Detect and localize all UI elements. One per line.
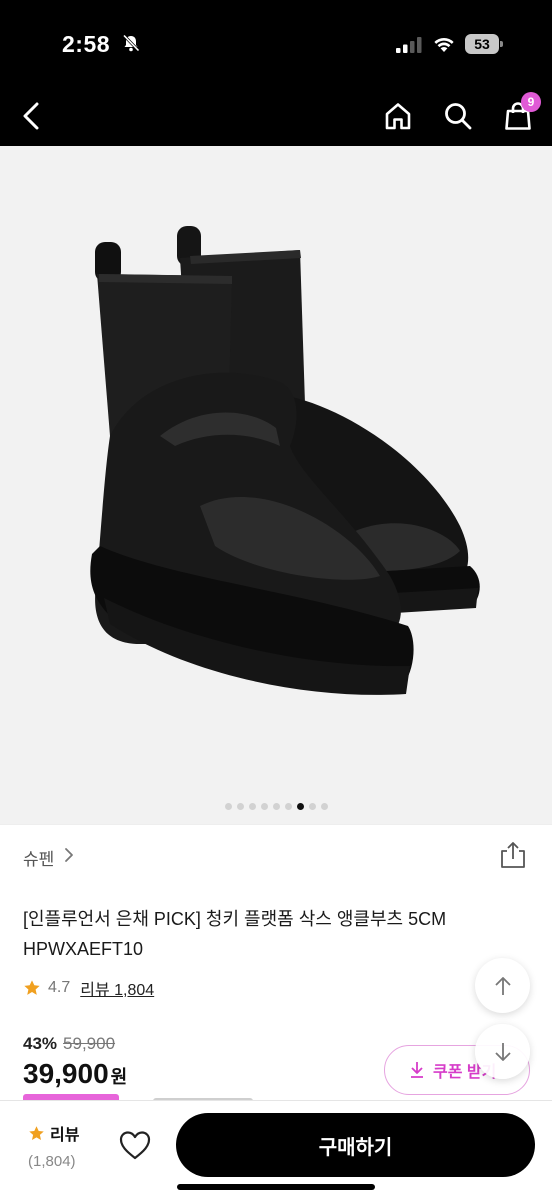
brand-row[interactable]: 슈펜	[0, 824, 552, 884]
scroll-to-top-button[interactable]	[475, 958, 530, 1013]
arrow-down-icon	[494, 1042, 511, 1061]
product-title: [인플루언서 은채 PICK] 청키 플랫폼 삭스 앵클부츠 5CM HPWXA…	[23, 904, 523, 964]
home-icon	[385, 103, 411, 130]
bottom-review-label: 리뷰	[50, 1127, 80, 1144]
review-link[interactable]: 리뷰 1,804	[80, 976, 154, 1000]
gallery-dot[interactable]	[320, 802, 328, 810]
product-title-line1: [인플루언서 은채 PICK] 청키 플랫폼 삭스 앵클부츠 5CM	[23, 909, 447, 929]
wifi-icon	[434, 37, 454, 52]
product-title-line2: HPWXAEFT10	[23, 939, 144, 959]
brand-name[interactable]: 슈펜	[23, 845, 54, 870]
bottom-purchase-bar: 리뷰 (1,804) 구매하기	[0, 1100, 552, 1200]
rating-value: 4.7	[48, 979, 71, 996]
star-icon	[29, 1125, 44, 1140]
price-row: 39,900 원	[23, 1058, 127, 1090]
gallery-dot[interactable]	[308, 802, 316, 810]
bell-off-icon	[122, 34, 140, 52]
sale-price: 39,900	[23, 1058, 109, 1089]
search-icon	[445, 103, 472, 130]
discount-percent: 43%	[23, 1034, 58, 1053]
battery-level: 53	[465, 34, 499, 54]
signal-icon	[396, 37, 422, 53]
status-time: 2:58	[62, 31, 111, 57]
gallery-dot[interactable]	[224, 802, 232, 810]
price-currency: 원	[110, 1067, 128, 1087]
chevron-right-icon	[65, 848, 73, 862]
gallery-dot[interactable]	[296, 802, 304, 810]
search-button[interactable]	[440, 98, 476, 134]
back-icon	[23, 102, 39, 130]
original-price: 59,900	[63, 1034, 116, 1053]
gallery-dot[interactable]	[236, 802, 244, 810]
arrow-up-icon	[494, 976, 511, 995]
download-icon	[411, 1062, 423, 1078]
gallery-dot[interactable]	[284, 802, 292, 810]
battery-tip	[500, 41, 503, 47]
home-button[interactable]	[380, 98, 416, 134]
star-icon	[24, 980, 40, 995]
bottom-review-count: (1,804)	[28, 1153, 76, 1170]
bottom-review-summary[interactable]: 리뷰 (1,804)	[28, 1121, 88, 1170]
gallery-dot[interactable]	[248, 802, 256, 810]
gallery-dot[interactable]	[260, 802, 268, 810]
boots-illustration	[90, 226, 480, 695]
battery-indicator: 53	[465, 34, 503, 54]
heart-icon[interactable]	[118, 1129, 152, 1161]
cart-count-badge: 9	[521, 92, 541, 112]
buy-button[interactable]: 구매하기	[176, 1113, 535, 1177]
discount-row: 43% 59,900	[23, 1034, 115, 1054]
nav-bar	[0, 88, 552, 146]
scroll-down-button[interactable]	[475, 1024, 530, 1079]
back-button[interactable]	[14, 98, 50, 134]
share-icon[interactable]	[498, 841, 528, 869]
rating-row: 4.7 리뷰 1,804	[23, 977, 154, 999]
gallery-dot[interactable]	[272, 802, 280, 810]
home-indicator	[177, 1184, 375, 1190]
status-bar: 2:58 53	[0, 0, 552, 88]
product-image[interactable]	[0, 146, 552, 824]
gallery-pagination[interactable]	[0, 800, 552, 812]
